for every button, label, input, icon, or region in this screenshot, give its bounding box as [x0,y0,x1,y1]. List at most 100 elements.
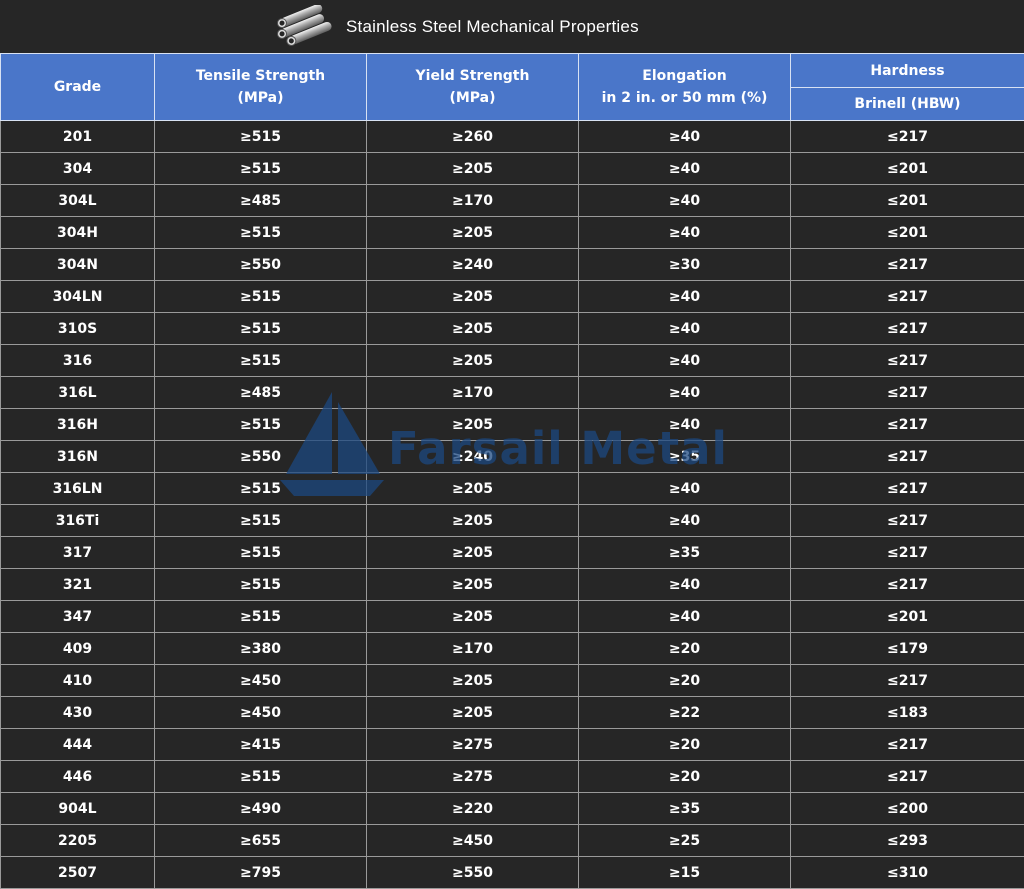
cell-hardness: ≤217 [790,376,1024,409]
cell-grade: 316N [0,440,155,473]
cell-tensile: ≥515 [154,504,367,537]
cell-grade: 304L [0,184,155,217]
cell-yield: ≥275 [366,728,579,761]
table-row: 316L ≥485 ≥170 ≥40 ≤217 [0,376,1024,409]
cell-grade: 444 [0,728,155,761]
table-row: 316N ≥550 ≥240 ≥35 ≤217 [0,440,1024,473]
cell-elongation: ≥20 [578,632,791,665]
cell-tensile: ≥515 [154,120,367,153]
cell-grade: 201 [0,120,155,153]
cell-yield: ≥450 [366,824,579,857]
cell-yield: ≥205 [366,472,579,505]
cell-tensile: ≥380 [154,632,367,665]
cell-tensile: ≥515 [154,152,367,185]
cell-elongation: ≥40 [578,344,791,377]
steel-pipes-icon [277,5,332,46]
cell-hardness: ≤217 [790,344,1024,377]
cell-elongation: ≥35 [578,536,791,569]
cell-hardness: ≤217 [790,728,1024,761]
table-row: 347 ≥515 ≥205 ≥40 ≤201 [0,600,1024,633]
table-row: 317 ≥515 ≥205 ≥35 ≤217 [0,536,1024,569]
table-row: 2507 ≥795 ≥550 ≥15 ≤310 [0,856,1024,889]
cell-grade: 316Ti [0,504,155,537]
cell-tensile: ≥415 [154,728,367,761]
cell-tensile: ≥515 [154,344,367,377]
cell-yield: ≥170 [366,632,579,665]
properties-table: Grade Tensile Strength (MPa) Yield Streng… [0,53,1024,889]
cell-grade: 316LN [0,472,155,505]
table-row: 430 ≥450 ≥205 ≥22 ≤183 [0,696,1024,729]
cell-grade: 316H [0,408,155,441]
cell-elongation: ≥35 [578,440,791,473]
cell-elongation: ≥40 [578,280,791,313]
cell-hardness: ≤201 [790,216,1024,249]
cell-hardness: ≤217 [790,408,1024,441]
cell-hardness: ≤217 [790,312,1024,345]
table-row: 316H ≥515 ≥205 ≥40 ≤217 [0,408,1024,441]
cell-elongation: ≥25 [578,824,791,857]
cell-yield: ≥205 [366,280,579,313]
cell-elongation: ≥40 [578,504,791,537]
cell-grade: 321 [0,568,155,601]
cell-elongation: ≥22 [578,696,791,729]
header-yield-strength: Yield Strength (MPa) [366,53,579,121]
cell-yield: ≥205 [366,312,579,345]
cell-hardness: ≤183 [790,696,1024,729]
cell-elongation: ≥20 [578,728,791,761]
table-row: 304H ≥515 ≥205 ≥40 ≤201 [0,216,1024,249]
header-grade: Grade [0,53,155,121]
table-row: 304LN ≥515 ≥205 ≥40 ≤217 [0,280,1024,313]
cell-elongation: ≥15 [578,856,791,889]
cell-hardness: ≤217 [790,504,1024,537]
cell-grade: 310S [0,312,155,345]
cell-tensile: ≥515 [154,312,367,345]
cell-elongation: ≥30 [578,248,791,281]
cell-elongation: ≥40 [578,184,791,217]
cell-yield: ≥205 [366,344,579,377]
cell-elongation: ≥40 [578,472,791,505]
table-row: 304 ≥515 ≥205 ≥40 ≤201 [0,152,1024,185]
cell-hardness: ≤310 [790,856,1024,889]
cell-grade: 304H [0,216,155,249]
table-row: 201 ≥515 ≥260 ≥40 ≤217 [0,120,1024,153]
table-row: 410 ≥450 ≥205 ≥20 ≤217 [0,664,1024,697]
cell-tensile: ≥515 [154,536,367,569]
cell-yield: ≥205 [366,536,579,569]
cell-grade: 304LN [0,280,155,313]
cell-tensile: ≥515 [154,600,367,633]
cell-grade: 446 [0,760,155,793]
table-row: 409 ≥380 ≥170 ≥20 ≤179 [0,632,1024,665]
cell-yield: ≥205 [366,408,579,441]
cell-elongation: ≥40 [578,152,791,185]
cell-grade: 904L [0,792,155,825]
cell-yield: ≥205 [366,696,579,729]
header-tensile-strength: Tensile Strength (MPa) [154,53,367,121]
table-row: 316LN ≥515 ≥205 ≥40 ≤217 [0,472,1024,505]
title-group: Stainless Steel Mechanical Properties [272,4,639,50]
cell-hardness: ≤217 [790,664,1024,697]
cell-tensile: ≥485 [154,376,367,409]
cell-elongation: ≥40 [578,408,791,441]
cell-yield: ≥240 [366,248,579,281]
cell-tensile: ≥515 [154,568,367,601]
cell-grade: 2507 [0,856,155,889]
header-hardness: Hardness [790,53,1024,88]
cell-hardness: ≤293 [790,824,1024,857]
cell-hardness: ≤200 [790,792,1024,825]
cell-elongation: ≥40 [578,568,791,601]
cell-elongation: ≥20 [578,760,791,793]
header-elongation: Elongation in 2 in. or 50 mm (%) [578,53,791,121]
table-row: 304L ≥485 ≥170 ≥40 ≤201 [0,184,1024,217]
cell-yield: ≥205 [366,152,579,185]
cell-yield: ≥170 [366,184,579,217]
cell-yield: ≥275 [366,760,579,793]
cell-elongation: ≥40 [578,376,791,409]
table-row: 444 ≥415 ≥275 ≥20 ≤217 [0,728,1024,761]
cell-hardness: ≤201 [790,184,1024,217]
cell-hardness: ≤201 [790,600,1024,633]
cell-yield: ≥205 [366,216,579,249]
table-body: 201 ≥515 ≥260 ≥40 ≤217 304 ≥515 ≥205 ≥40 ≤201 304L… [0,120,1024,889]
cell-grade: 316 [0,344,155,377]
cell-grade: 304 [0,152,155,185]
cell-tensile: ≥515 [154,216,367,249]
